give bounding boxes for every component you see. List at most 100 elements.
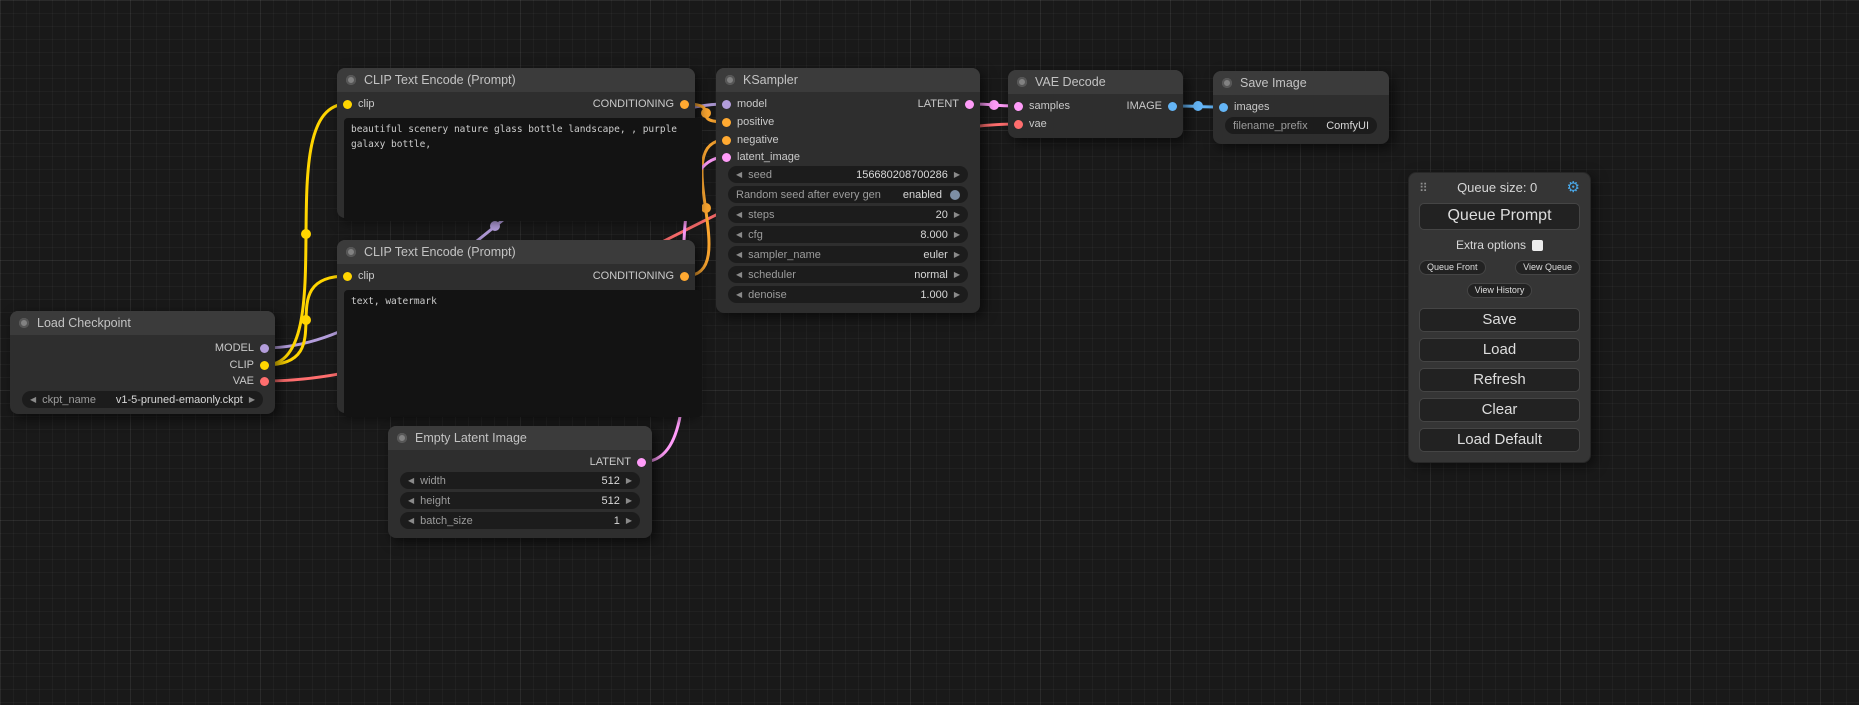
collapse-dot[interactable]	[1017, 77, 1027, 87]
model-slot-dot[interactable]	[722, 100, 731, 109]
collapse-dot[interactable]	[19, 318, 29, 328]
output-slot-latent[interactable]: LATENT	[590, 455, 646, 469]
clip-slot-dot[interactable]	[260, 361, 269, 370]
input-slot-clip[interactable]: clip	[343, 269, 375, 283]
output-slot-conditioning[interactable]: CONDITIONING	[593, 97, 689, 111]
conditioning-slot-dot[interactable]	[680, 100, 689, 109]
increment-arrow-icon[interactable]: ▶	[626, 517, 632, 525]
node-title-bar[interactable]: Load Checkpoint	[10, 311, 275, 335]
latent-slot-dot[interactable]	[965, 100, 974, 109]
input-slot-model[interactable]: model	[722, 97, 767, 111]
node-title-bar[interactable]: KSampler	[716, 68, 980, 92]
decrement-arrow-icon[interactable]: ◀	[408, 497, 414, 505]
node-title-bar[interactable]: CLIP Text Encode (Prompt)	[337, 240, 695, 264]
node-title-bar[interactable]: Save Image	[1213, 71, 1389, 95]
conditioning-slot-dot[interactable]	[680, 272, 689, 281]
vae-decode-node[interactable]: VAE Decode samples vae IMAGE	[1008, 70, 1183, 138]
model-slot-dot[interactable]	[260, 344, 269, 353]
increment-arrow-icon[interactable]: ▶	[954, 211, 960, 219]
filename-prefix-widget[interactable]: filename_prefix ComfyUI	[1225, 117, 1377, 134]
clip-slot-dot[interactable]	[343, 100, 352, 109]
input-slot-negative[interactable]: negative	[722, 133, 779, 147]
toggle-dot[interactable]	[950, 190, 960, 200]
refresh-button[interactable]: Refresh	[1419, 368, 1580, 392]
decrement-arrow-icon[interactable]: ◀	[736, 231, 742, 239]
increment-arrow-icon[interactable]: ▶	[954, 171, 960, 179]
save-button[interactable]: Save	[1419, 308, 1580, 332]
latent-slot-dot[interactable]	[722, 153, 731, 162]
settings-gear-icon[interactable]: ⚙	[1567, 180, 1580, 195]
increment-arrow-icon[interactable]: ▶	[626, 497, 632, 505]
vae-slot-dot[interactable]	[1014, 120, 1023, 129]
input-slot-vae[interactable]: vae	[1014, 117, 1047, 131]
output-slot-model[interactable]: MODEL	[215, 341, 269, 355]
collapse-dot[interactable]	[1222, 78, 1232, 88]
output-slot-clip[interactable]: CLIP	[230, 358, 269, 372]
latent-slot-dot[interactable]	[637, 458, 646, 467]
view-queue-button[interactable]: View Queue	[1515, 260, 1580, 275]
input-slot-latent-image[interactable]: latent_image	[722, 150, 800, 164]
load-button[interactable]: Load	[1419, 338, 1580, 362]
image-slot-dot[interactable]	[1219, 103, 1228, 112]
width-widget[interactable]: ◀ width 512 ▶	[400, 472, 640, 489]
image-slot-dot[interactable]	[1168, 102, 1177, 111]
next-arrow-icon[interactable]: ▶	[954, 271, 960, 279]
decrement-arrow-icon[interactable]: ◀	[408, 517, 414, 525]
node-title-bar[interactable]: CLIP Text Encode (Prompt)	[337, 68, 695, 92]
next-arrow-icon[interactable]: ▶	[249, 396, 255, 404]
empty-latent-image-node[interactable]: Empty Latent Image LATENT ◀ width 512 ▶ …	[388, 426, 652, 538]
collapse-dot[interactable]	[346, 75, 356, 85]
scheduler-widget[interactable]: ◀ scheduler normal ▶	[728, 266, 968, 283]
sampler-name-widget[interactable]: ◀ sampler_name euler ▶	[728, 246, 968, 263]
increment-arrow-icon[interactable]: ▶	[954, 291, 960, 299]
batch-size-widget[interactable]: ◀ batch_size 1 ▶	[400, 512, 640, 529]
increment-arrow-icon[interactable]: ▶	[954, 231, 960, 239]
prev-arrow-icon[interactable]: ◀	[30, 396, 36, 404]
vae-slot-dot[interactable]	[260, 377, 269, 386]
collapse-dot[interactable]	[725, 75, 735, 85]
clip-text-encode-positive-node[interactable]: CLIP Text Encode (Prompt) clip CONDITION…	[337, 68, 695, 218]
queue-front-button[interactable]: Queue Front	[1419, 260, 1486, 275]
output-slot-vae[interactable]: VAE	[233, 374, 269, 388]
node-graph-canvas[interactable]: Load Checkpoint MODEL CLIP VAE ◀ ckpt_na…	[0, 0, 1859, 705]
prev-arrow-icon[interactable]: ◀	[736, 251, 742, 259]
load-checkpoint-node[interactable]: Load Checkpoint MODEL CLIP VAE ◀ ckpt_na…	[10, 311, 275, 414]
ckpt-name-widget[interactable]: ◀ ckpt_name v1-5-pruned-emaonly.ckpt ▶	[22, 391, 263, 408]
steps-widget[interactable]: ◀ steps 20 ▶	[728, 206, 968, 223]
clip-text-encode-negative-node[interactable]: CLIP Text Encode (Prompt) clip CONDITION…	[337, 240, 695, 413]
collapse-dot[interactable]	[397, 433, 407, 443]
extra-options-checkbox[interactable]	[1532, 240, 1543, 251]
clip-slot-dot[interactable]	[343, 272, 352, 281]
next-arrow-icon[interactable]: ▶	[954, 251, 960, 259]
output-slot-image[interactable]: IMAGE	[1127, 99, 1177, 113]
increment-arrow-icon[interactable]: ▶	[626, 477, 632, 485]
input-slot-positive[interactable]: positive	[722, 115, 774, 129]
clear-button[interactable]: Clear	[1419, 398, 1580, 422]
decrement-arrow-icon[interactable]: ◀	[736, 171, 742, 179]
collapse-dot[interactable]	[346, 247, 356, 257]
decrement-arrow-icon[interactable]: ◀	[736, 211, 742, 219]
output-slot-latent[interactable]: LATENT	[918, 97, 974, 111]
cfg-widget[interactable]: ◀ cfg 8.000 ▶	[728, 226, 968, 243]
negative-prompt-textarea[interactable]: text, watermark	[344, 290, 702, 417]
queue-prompt-button[interactable]: Queue Prompt	[1419, 203, 1580, 230]
input-slot-clip[interactable]: clip	[343, 97, 375, 111]
decrement-arrow-icon[interactable]: ◀	[736, 291, 742, 299]
conditioning-slot-dot[interactable]	[722, 136, 731, 145]
view-history-button[interactable]: View History	[1467, 283, 1533, 298]
decrement-arrow-icon[interactable]: ◀	[408, 477, 414, 485]
conditioning-slot-dot[interactable]	[722, 118, 731, 127]
node-title-bar[interactable]: VAE Decode	[1008, 70, 1183, 94]
prev-arrow-icon[interactable]: ◀	[736, 271, 742, 279]
output-slot-conditioning[interactable]: CONDITIONING	[593, 269, 689, 283]
save-image-node[interactable]: Save Image images filename_prefix ComfyU…	[1213, 71, 1389, 144]
load-default-button[interactable]: Load Default	[1419, 428, 1580, 452]
input-slot-samples[interactable]: samples	[1014, 99, 1070, 113]
latent-slot-dot[interactable]	[1014, 102, 1023, 111]
denoise-widget[interactable]: ◀ denoise 1.000 ▶	[728, 286, 968, 303]
ksampler-node[interactable]: KSampler model positive negative latent_…	[716, 68, 980, 313]
seed-widget[interactable]: ◀ seed 156680208700286 ▶	[728, 166, 968, 183]
input-slot-images[interactable]: images	[1219, 100, 1269, 114]
node-title-bar[interactable]: Empty Latent Image	[388, 426, 652, 450]
random-seed-toggle-widget[interactable]: Random seed after every gen enabled	[728, 186, 968, 203]
